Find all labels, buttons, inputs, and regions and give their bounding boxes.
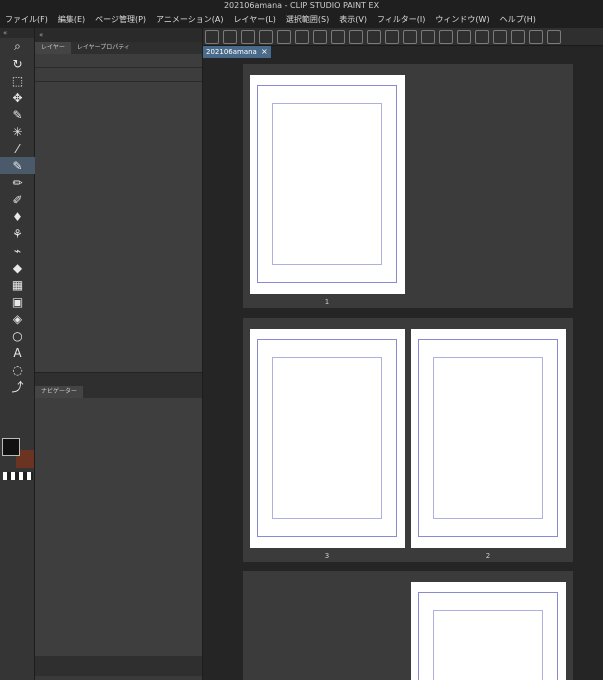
menu-bar: ファイル(F) 編集(E) ページ管理(P) アニメーション(A) レイヤー(L… bbox=[0, 12, 603, 28]
page-frame bbox=[433, 610, 543, 680]
blend-icon[interactable]: ⌁ bbox=[0, 242, 35, 259]
page-3[interactable] bbox=[250, 329, 405, 548]
document-tab[interactable]: 202106amana × bbox=[203, 46, 271, 58]
transform-icon[interactable] bbox=[331, 29, 345, 44]
layer-options-row[interactable] bbox=[35, 68, 202, 82]
spread-3 bbox=[243, 571, 573, 680]
new-icon[interactable] bbox=[223, 29, 237, 44]
figure-icon[interactable]: ○ bbox=[0, 327, 35, 344]
color-well[interactable] bbox=[2, 438, 34, 470]
balloon-icon[interactable]: ◌ bbox=[0, 361, 35, 378]
snap-special-icon[interactable] bbox=[475, 29, 489, 44]
menu-edit[interactable]: 編集(E) bbox=[53, 12, 90, 28]
menu-animation[interactable]: アニメーション(A) bbox=[151, 12, 228, 28]
menu-file[interactable]: ファイル(F) bbox=[0, 12, 53, 28]
tool-palette-header: « bbox=[0, 28, 34, 38]
zoom-tool-icon[interactable]: ⌕ bbox=[0, 38, 35, 55]
redo-icon[interactable] bbox=[295, 29, 309, 44]
clear-icon[interactable] bbox=[313, 29, 327, 44]
tool-palette: « ⌕ ↻ ⬚ ✥ ✎ ✳ ⁄ ✎ ✏ ✐ ♦ ⚘ ⌁ ◆ ▦ ▣ ◈ ○ A … bbox=[0, 28, 35, 680]
page-next[interactable] bbox=[411, 582, 566, 680]
select-all-icon[interactable] bbox=[367, 29, 381, 44]
layer-list[interactable] bbox=[35, 82, 202, 372]
pen-selected-icon[interactable]: ✎ bbox=[0, 157, 35, 174]
pencil-icon[interactable]: ✏ bbox=[0, 174, 35, 191]
menu-selection[interactable]: 選択範囲(S) bbox=[281, 12, 334, 28]
snap-ruler-icon[interactable] bbox=[439, 29, 453, 44]
command-bar bbox=[203, 28, 603, 46]
app-icon[interactable] bbox=[205, 29, 219, 44]
tab-layer-property[interactable]: レイヤープロパティ bbox=[71, 42, 136, 54]
device-icon[interactable] bbox=[547, 29, 561, 44]
menu-view[interactable]: 表示(V) bbox=[334, 12, 372, 28]
page-1[interactable] bbox=[250, 75, 405, 294]
magic-wand-icon[interactable]: ✳ bbox=[0, 123, 35, 140]
menu-window[interactable]: ウィンドウ(W) bbox=[430, 12, 494, 28]
menu-page[interactable]: ページ管理(P) bbox=[90, 12, 151, 28]
spread-1: 1 bbox=[243, 64, 573, 308]
deselect-icon[interactable] bbox=[385, 29, 399, 44]
brush-icon[interactable]: ✐ bbox=[0, 191, 35, 208]
page-number: 3 bbox=[324, 552, 330, 560]
crop-icon[interactable] bbox=[421, 29, 435, 44]
object-tool-icon[interactable]: ⬚ bbox=[0, 72, 35, 89]
eraser-icon[interactable]: ◆ bbox=[0, 259, 35, 276]
navigator-tabs: ナビゲーター bbox=[35, 386, 202, 398]
snap-grid-icon[interactable] bbox=[457, 29, 471, 44]
navigator-body bbox=[35, 398, 202, 656]
page-number: 1 bbox=[324, 298, 330, 306]
rotate-tool-icon[interactable]: ↻ bbox=[0, 55, 35, 72]
help-icon[interactable] bbox=[493, 29, 507, 44]
layer-footer bbox=[35, 372, 202, 386]
navigator-footer bbox=[35, 656, 202, 676]
document-tab-label: 202106amana bbox=[206, 48, 257, 56]
decoration-icon[interactable]: ⚘ bbox=[0, 225, 35, 242]
page-2[interactable] bbox=[411, 329, 566, 548]
bucket-tool-icon[interactable]: ◈ bbox=[0, 310, 35, 327]
tab-layer[interactable]: レイヤー bbox=[35, 42, 71, 54]
menu-layer[interactable]: レイヤー(L) bbox=[228, 12, 280, 28]
correct-line-icon[interactable]: ⤴ bbox=[0, 378, 35, 395]
panel-header: « bbox=[35, 28, 202, 42]
invert-icon[interactable] bbox=[403, 29, 417, 44]
gradient-icon[interactable]: ▣ bbox=[0, 293, 35, 310]
tab-navigator[interactable]: ナビゲーター bbox=[35, 386, 84, 398]
panel-column: « レイヤー レイヤープロパティ ナビゲーター bbox=[35, 28, 203, 680]
close-icon[interactable]: × bbox=[261, 46, 268, 58]
page-number: 2 bbox=[485, 552, 491, 560]
page-frame bbox=[272, 357, 382, 519]
save-icon[interactable] bbox=[259, 29, 273, 44]
blend-mode-row[interactable] bbox=[35, 54, 202, 68]
page-frame bbox=[433, 357, 543, 519]
main-color[interactable] bbox=[2, 438, 20, 456]
transparent-color[interactable] bbox=[3, 472, 33, 480]
window-title: 202106amana - CLIP STUDIO PAINT EX bbox=[0, 0, 603, 12]
fill-tool-icon[interactable]: ▦ bbox=[0, 276, 35, 293]
page-frame bbox=[272, 103, 382, 265]
menu-help[interactable]: ヘルプ(H) bbox=[495, 12, 541, 28]
document-area: 202106amana × 1 3 2 bbox=[203, 46, 603, 680]
pen-icon[interactable] bbox=[511, 29, 525, 44]
pen-tool-icon[interactable]: ✎ bbox=[0, 106, 35, 123]
fill-icon[interactable] bbox=[349, 29, 363, 44]
eyedropper-icon[interactable]: ⁄ bbox=[0, 140, 35, 157]
spread-2: 3 2 bbox=[243, 318, 573, 562]
undo-icon[interactable] bbox=[277, 29, 291, 44]
airbrush-icon[interactable]: ♦ bbox=[0, 208, 35, 225]
menu-filter[interactable]: フィルター(I) bbox=[372, 12, 430, 28]
move-tool-icon[interactable]: ✥ bbox=[0, 89, 35, 106]
layer-tabs: レイヤー レイヤープロパティ bbox=[35, 42, 202, 54]
text-icon[interactable]: A bbox=[0, 344, 35, 361]
open-icon[interactable] bbox=[241, 29, 255, 44]
bucket-icon[interactable] bbox=[529, 29, 543, 44]
